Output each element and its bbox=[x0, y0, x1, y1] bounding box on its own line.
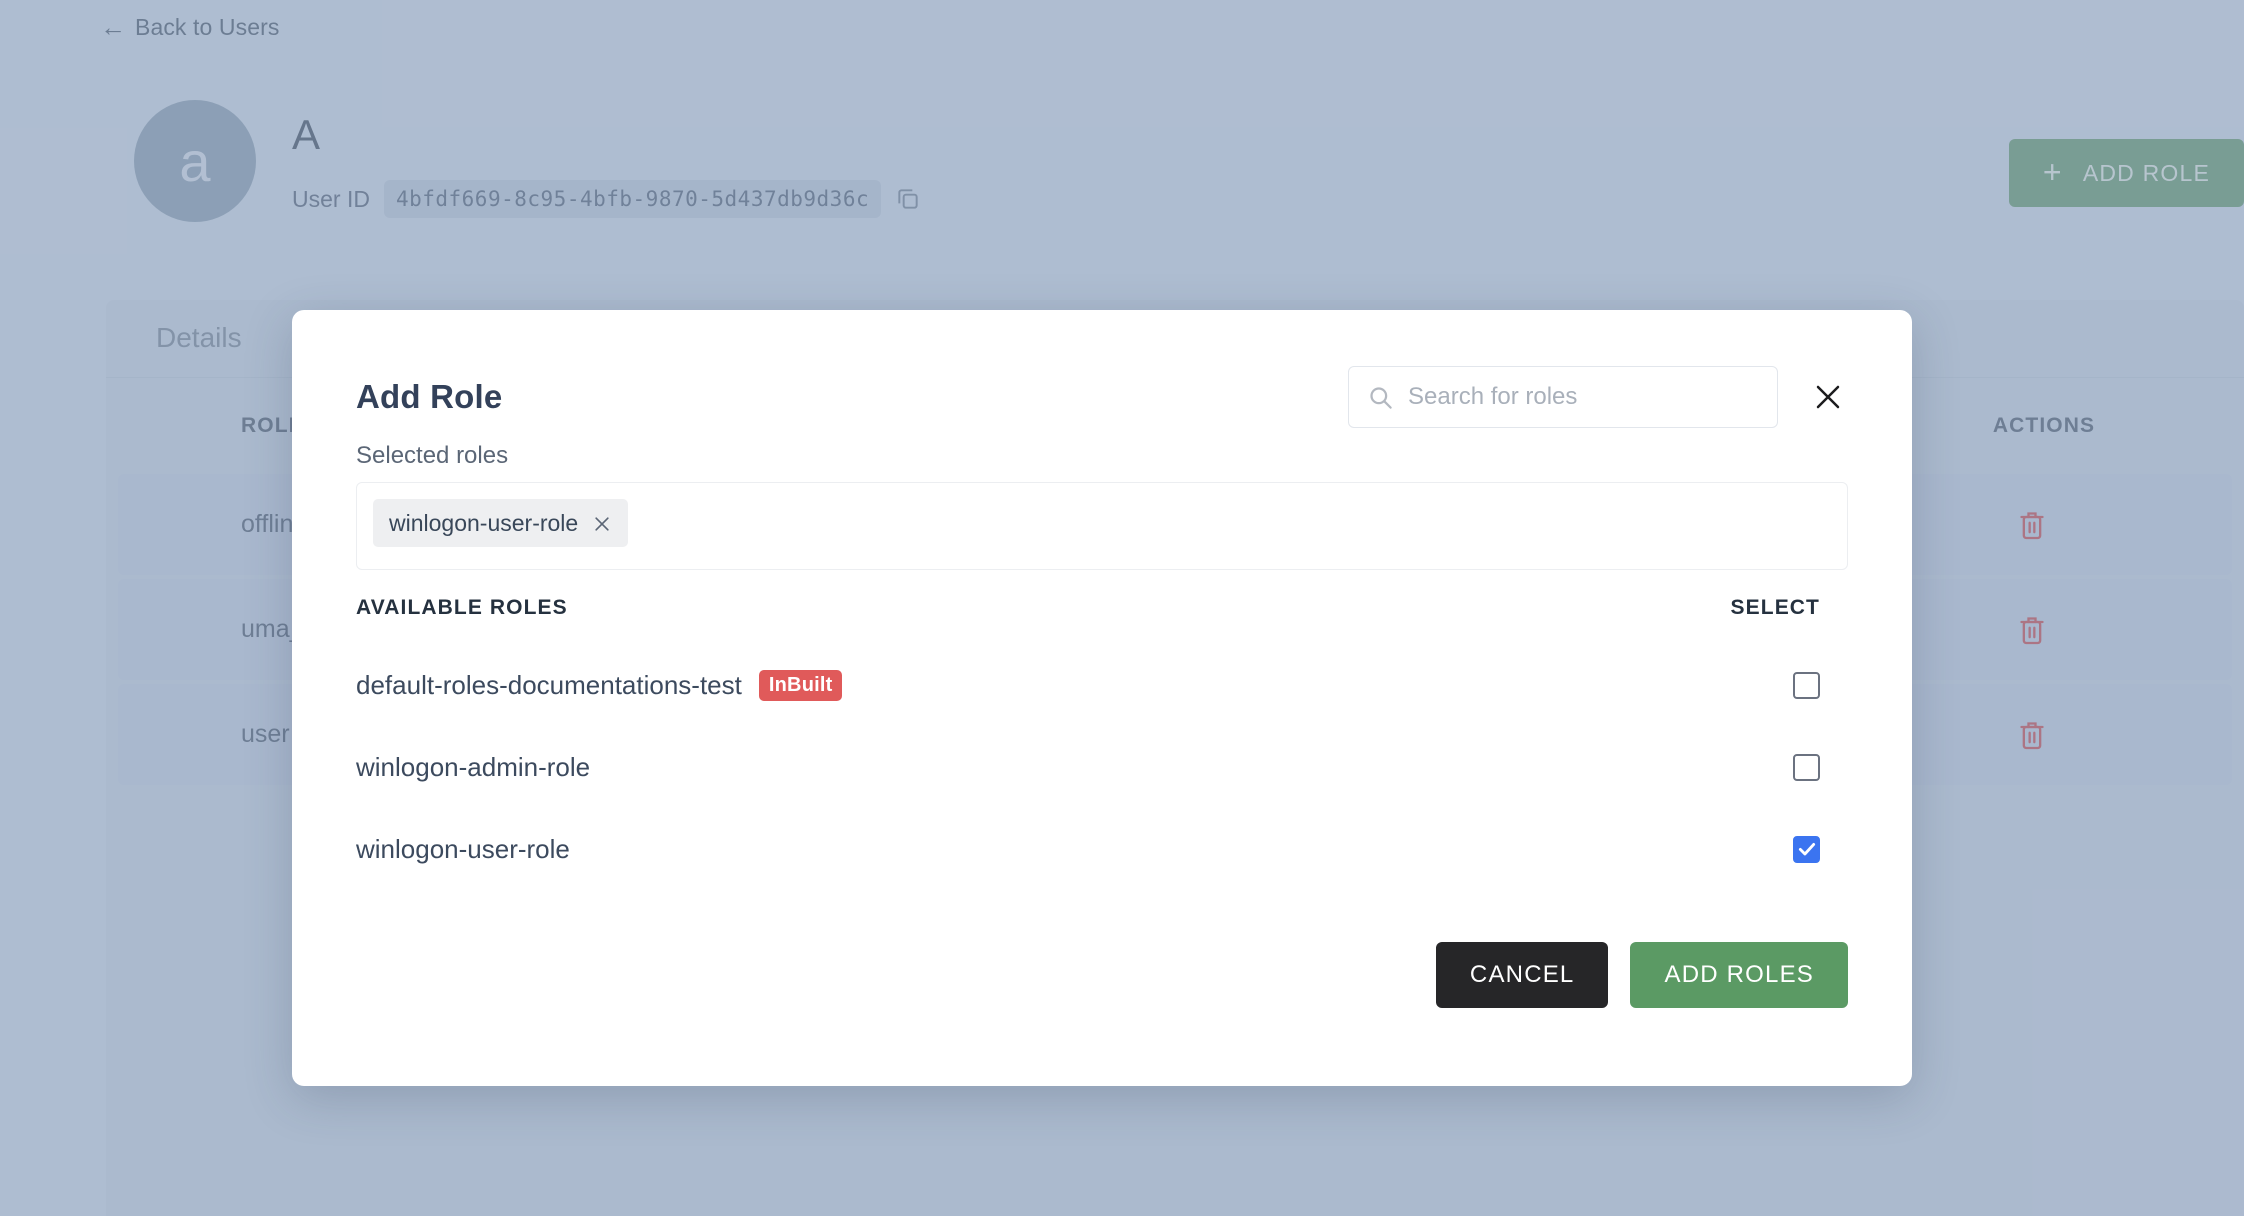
selected-role-chip-label: winlogon-user-role bbox=[389, 509, 579, 536]
role-select-checkbox[interactable] bbox=[1793, 835, 1820, 863]
add-roles-button[interactable]: ADD ROLES bbox=[1630, 942, 1848, 1008]
selected-roles-label: Selected roles bbox=[356, 442, 509, 469]
status-badge: InBuilt bbox=[758, 669, 843, 701]
select-column-label: SELECT bbox=[1730, 596, 1820, 619]
close-icon[interactable] bbox=[592, 513, 612, 533]
available-role-row[interactable]: default-roles-documentations-test InBuil… bbox=[356, 644, 1848, 726]
add-role-modal: Add Role Selected roles winlogon-user-ro… bbox=[292, 310, 1912, 1086]
available-roles-label: AVAILABLE ROLES bbox=[356, 596, 568, 619]
search-input[interactable] bbox=[1408, 383, 1759, 411]
modal-title: Add Role bbox=[356, 378, 503, 415]
available-role-name: winlogon-user-role bbox=[356, 833, 570, 864]
role-select-checkbox[interactable] bbox=[1793, 753, 1820, 781]
available-roles-header: AVAILABLE ROLES SELECT bbox=[356, 596, 1848, 620]
modal-header: Add Role bbox=[356, 366, 1848, 428]
modal-actions: CANCEL ADD ROLES bbox=[1435, 942, 1848, 1008]
available-role-name: default-roles-documentations-test bbox=[356, 669, 742, 700]
search-icon bbox=[1367, 384, 1394, 411]
selected-role-chip[interactable]: winlogon-user-role bbox=[373, 499, 629, 547]
available-role-row[interactable]: winlogon-admin-role bbox=[356, 726, 1848, 808]
available-role-row[interactable]: winlogon-user-role bbox=[356, 808, 1848, 890]
selected-roles-box: winlogon-user-role bbox=[356, 482, 1848, 570]
available-role-name: winlogon-admin-role bbox=[356, 751, 591, 782]
close-icon[interactable] bbox=[1808, 377, 1848, 417]
cancel-button[interactable]: CANCEL bbox=[1435, 942, 1609, 1008]
role-select-checkbox[interactable] bbox=[1793, 671, 1820, 699]
search-box[interactable] bbox=[1348, 366, 1778, 428]
